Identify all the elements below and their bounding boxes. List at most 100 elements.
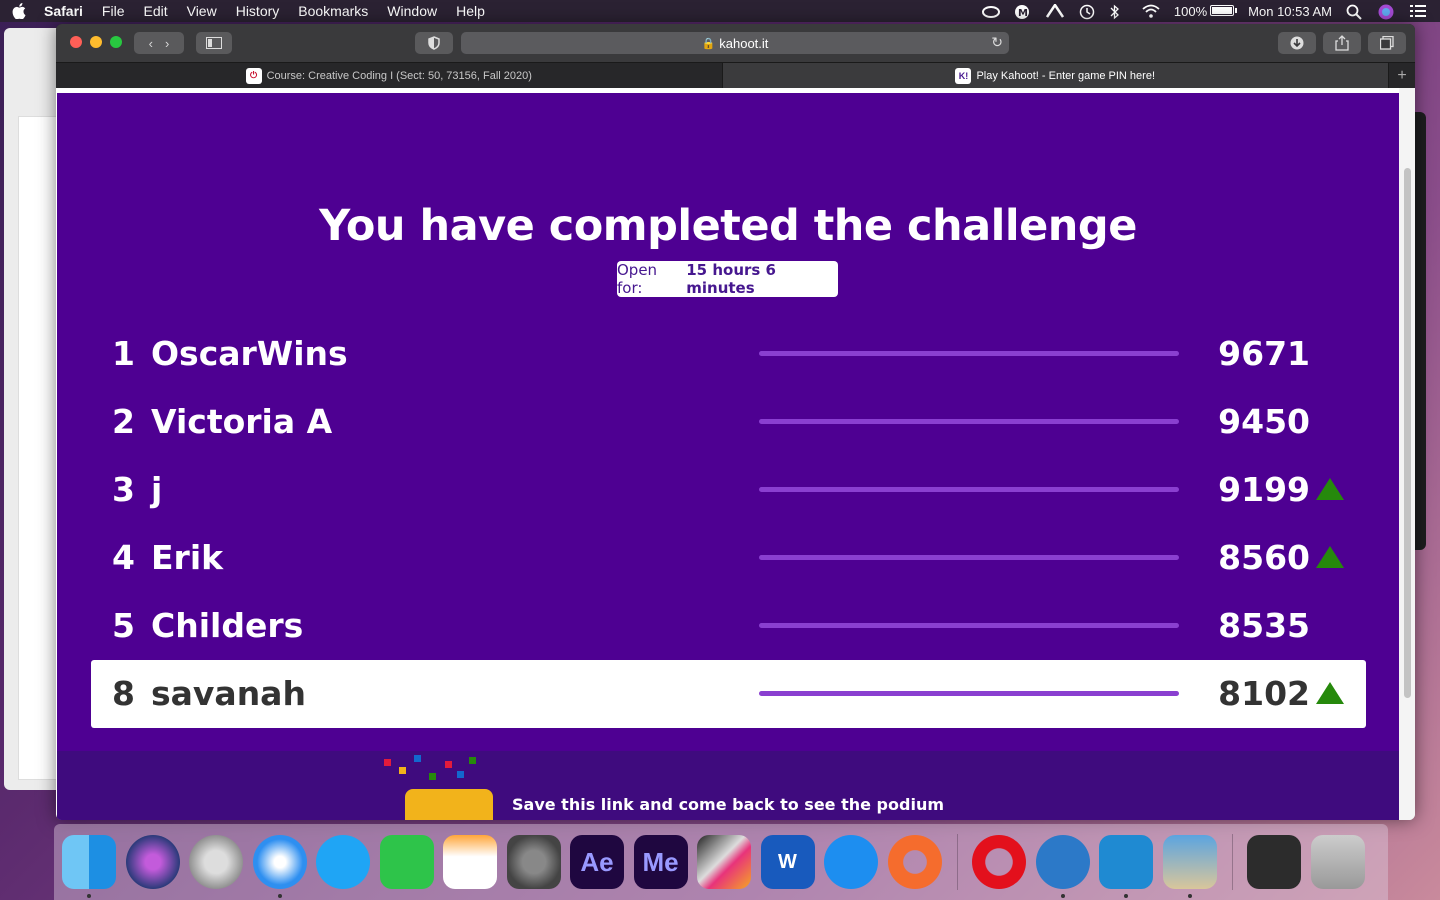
url-text: kahoot.it <box>719 35 769 51</box>
close-window-button[interactable] <box>70 36 82 48</box>
podium-teaser: Save this link and come back to see the … <box>57 751 1399 820</box>
player-name: Victoria A <box>151 402 333 441</box>
battery-percent[interactable]: 100% <box>1174 4 1238 19</box>
dock-separator <box>1232 834 1233 890</box>
privacy-report-button[interactable] <box>415 32 453 54</box>
confetti <box>414 755 421 762</box>
player-rank: 3 <box>112 470 135 509</box>
page-title: You have completed the challenge <box>319 201 1137 251</box>
spotlight-search-icon[interactable] <box>1346 4 1364 20</box>
player-name: OscarWins <box>151 334 348 373</box>
tab-kahoot[interactable]: K! Play Kahoot! - Enter game PIN here! <box>722 63 1389 88</box>
player-rank: 2 <box>112 402 135 441</box>
new-tab-button[interactable]: + <box>1389 63 1415 88</box>
vscode-icon[interactable] <box>1099 835 1153 898</box>
confetti <box>384 759 391 766</box>
bluetooth-icon[interactable] <box>1110 4 1128 20</box>
score-bar <box>759 351 1179 356</box>
confetti <box>399 767 406 774</box>
zoom-window-button[interactable] <box>110 36 122 48</box>
clock[interactable]: Mon 10:53 AM <box>1248 4 1332 19</box>
tab-title: Course: Creative Coding I (Sect: 50, 731… <box>266 69 532 82</box>
sidebar-button[interactable] <box>196 32 232 54</box>
launchpad-icon[interactable] <box>189 835 243 889</box>
chevron-right-icon[interactable]: › <box>165 36 169 51</box>
menu-edit[interactable]: Edit <box>143 3 167 19</box>
menu-history[interactable]: History <box>236 3 280 19</box>
final-cut-pro-icon[interactable] <box>697 835 751 889</box>
player-score: 8535 <box>1218 606 1310 645</box>
nordvpn-icon[interactable] <box>1035 835 1090 898</box>
page-top-edge <box>56 88 1398 93</box>
open-for-value: 15 hours 6 minutes <box>686 261 776 297</box>
facetime-icon[interactable] <box>379 835 434 889</box>
pages-icon[interactable] <box>443 835 497 889</box>
player-name: Childers <box>151 606 304 645</box>
nordvpn-menu-icon[interactable] <box>1045 2 1064 18</box>
menu-file[interactable]: File <box>102 3 125 19</box>
creative-cloud-icon[interactable] <box>981 4 1000 18</box>
share-icon <box>1335 35 1349 51</box>
player-name: Erik <box>151 538 224 577</box>
share-button[interactable] <box>1323 32 1361 54</box>
player-rank: 1 <box>112 334 135 373</box>
leaderboard-row: 4 Erik 8560 <box>91 524 1366 592</box>
back-forward-buttons[interactable]: ‹ › <box>134 32 184 54</box>
preview-icon[interactable] <box>1162 835 1217 898</box>
system-preferences-icon[interactable] <box>506 835 561 889</box>
notification-center-icon[interactable] <box>1410 4 1428 18</box>
lock-icon: 🔒 <box>701 37 716 50</box>
player-score: 9199 <box>1218 470 1310 509</box>
scrollbar-thumb[interactable] <box>1404 168 1411 698</box>
scrollbar[interactable] <box>1399 88 1415 820</box>
messages-icon[interactable] <box>316 835 370 889</box>
siri-icon[interactable] <box>125 835 180 889</box>
open-for-label: Open for: <box>617 261 658 297</box>
power-icon: ⏻ <box>245 67 262 84</box>
trash-icon[interactable] <box>1310 835 1365 889</box>
menu-help[interactable]: Help <box>456 3 485 19</box>
score-bar <box>759 691 1179 696</box>
kahoot-icon: K! <box>955 67 972 84</box>
wifi-icon[interactable] <box>1142 4 1160 18</box>
malwarebytes-icon[interactable]: M <box>1014 4 1032 19</box>
player-rank: 5 <box>112 606 135 645</box>
leaderboard-row: 2 Victoria A 9450 <box>91 388 1366 456</box>
menu-app-name[interactable]: Safari <box>44 3 83 19</box>
menu-window[interactable]: Window <box>387 3 437 19</box>
opera-icon[interactable] <box>972 835 1026 889</box>
tab-bar: ⏻ Course: Creative Coding I (Sect: 50, 7… <box>56 62 1415 88</box>
safari-icon[interactable] <box>252 835 307 898</box>
address-bar[interactable]: 🔒 kahoot.it ↻ <box>461 32 1009 54</box>
web-page: You have completed the challenge Open fo… <box>56 88 1415 820</box>
menu-view[interactable]: View <box>187 3 217 19</box>
word-icon[interactable]: W <box>760 835 815 889</box>
origin-icon[interactable] <box>887 835 942 889</box>
confetti <box>445 761 452 768</box>
minimize-window-button[interactable] <box>90 36 102 48</box>
player-name: savanah <box>151 674 306 713</box>
player-rank: 8 <box>112 674 135 713</box>
media-encoder-icon[interactable]: Me <box>633 835 688 889</box>
menu-bookmarks[interactable]: Bookmarks <box>298 3 368 19</box>
reload-icon[interactable]: ↻ <box>991 34 1003 51</box>
leaderboard-row-current-player: 8 savanah 8102 <box>91 660 1366 728</box>
save-link-message: Save this link and come back to see the … <box>512 795 944 814</box>
chevron-left-icon[interactable]: ‹ <box>149 36 153 51</box>
apple-menu-icon[interactable] <box>12 3 26 19</box>
after-effects-icon[interactable]: Ae <box>570 835 624 889</box>
tab-course[interactable]: ⏻ Course: Creative Coding I (Sect: 50, 7… <box>56 63 723 88</box>
app-store-icon[interactable] <box>824 835 878 889</box>
safari-window: ‹ › 🔒 kahoot.it ↻ ⏻ Course: Creative Cod… <box>56 24 1415 820</box>
siri-menu-icon[interactable] <box>1378 4 1396 20</box>
background-window[interactable] <box>4 28 1092 790</box>
leaderboard-row: 5 Childers 8535 <box>91 592 1366 660</box>
time-machine-icon[interactable] <box>1078 4 1096 20</box>
leaderboard-row: 3 j 9199 <box>91 456 1366 524</box>
confetti <box>429 773 436 780</box>
finder-icon[interactable] <box>62 835 116 898</box>
downloads-button[interactable] <box>1278 32 1316 54</box>
tabs-overview-button[interactable] <box>1368 32 1406 54</box>
dock-separator <box>957 834 958 890</box>
screenshot-icon[interactable] <box>1247 835 1301 889</box>
